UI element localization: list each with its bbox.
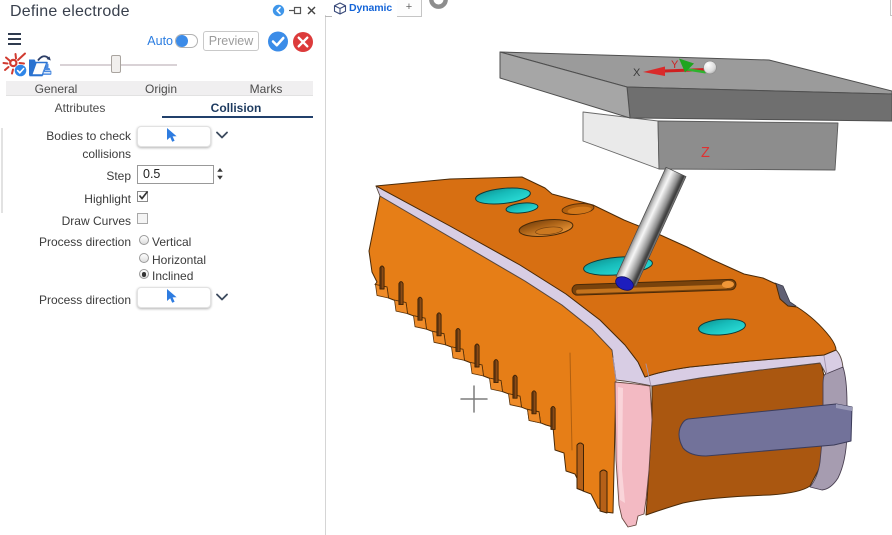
svg-text:X: X (633, 67, 641, 79)
svg-text:Y: Y (671, 59, 679, 71)
svg-text:Z: Z (701, 145, 710, 161)
